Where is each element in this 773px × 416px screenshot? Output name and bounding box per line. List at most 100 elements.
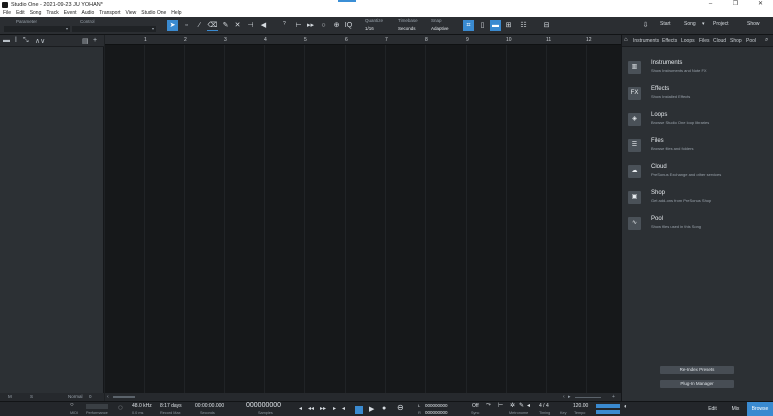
fast-forward-icon[interactable]: ▸▸ [320,405,326,412]
tab-effects[interactable]: Effects [662,38,677,44]
arrange-view[interactable]: 1 2 3 4 5 6 7 8 9 10 11 12 ‹ ‹ ▸ + [105,35,621,401]
loop-start-icon[interactable]: ◂ [342,405,345,412]
track-list-icon[interactable]: ▬ [3,37,10,44]
browser-item-instruments[interactable]: ▥ Instruments Show Instruments and Note … [628,59,768,81]
browser-item-pool[interactable]: ∿ Pool Show files used in this Song [628,215,768,237]
rewind-icon[interactable]: ◂◂ [308,405,314,412]
browser-item-loops[interactable]: ◈ Loops Browse Studio One loop libraries [628,111,768,133]
search-icon[interactable]: ⌕ [765,37,768,44]
loop-follow-icon[interactable]: ▸▸ [305,20,316,31]
save-icon[interactable]: ⊟ [541,20,552,31]
eraser-tool-icon[interactable]: ⌫ [207,20,218,31]
seconds-value[interactable]: 00:00:00.000 [195,403,224,409]
mute-tool-icon[interactable]: ✕ [232,20,243,31]
iq-button[interactable]: IQ [343,20,354,31]
show-button[interactable]: Show [747,21,760,27]
edit-button[interactable]: Edit [701,402,724,416]
browser-home-icon[interactable]: ⌂ [624,37,628,43]
browser-item-effects[interactable]: FX Effects Show Installed Effects [628,85,768,107]
reindex-presets-button[interactable]: Re-Index Presets [660,366,734,374]
song-dropdown-icon[interactable]: ▾ [702,21,705,27]
return-zero-icon[interactable]: ◂ [299,405,302,412]
quantize-value[interactable]: 1/16 [365,26,374,31]
metronome-settings-icon[interactable]: ✎ [519,402,524,409]
timebase-value[interactable]: Seconds [398,26,416,31]
loop-left-value[interactable]: 000000000 [425,403,448,408]
layout-icon[interactable]: ☷ [518,20,529,31]
lane-view-icon[interactable]: ▬ [490,20,501,31]
paint-tool-icon[interactable]: ✎ [220,20,231,31]
close-button[interactable]: ✕ [748,0,773,9]
zoom-in-icon[interactable]: + [612,394,615,400]
automation-icon[interactable]: ⤡ [23,37,29,45]
control-field[interactable]: ▾ [72,26,156,32]
browse-button[interactable]: Browse [747,402,773,416]
tab-cloud[interactable]: Cloud [713,38,726,44]
metronome-volume-icon[interactable]: ◂ [527,402,530,409]
tab-instruments[interactable]: Instruments [633,38,659,44]
loop-icon[interactable]: ⊖ [397,403,404,412]
split-tool-icon[interactable]: ∕ [194,20,205,31]
record-icon[interactable]: ● [382,405,386,412]
loop-right-value[interactable]: 000000000 [425,410,448,415]
zoom-fit-icon[interactable]: ▸ [568,394,571,400]
tab-files[interactable]: Files [699,38,710,44]
timeline-ruler[interactable]: 1 2 3 4 5 6 7 8 9 10 11 12 [105,35,621,45]
maximize-button[interactable]: ❐ [723,0,748,9]
samples-value[interactable]: 000000000 [246,402,281,409]
track-menu-icon[interactable]: ▤ [82,37,89,45]
tab-shop[interactable]: Shop [730,38,742,44]
bend-tool-icon[interactable]: ⊣ [245,20,256,31]
listen-tool-icon[interactable]: ◀ [258,20,269,31]
menu-edit[interactable]: Edit [16,9,25,17]
zoom-icon[interactable]: ○ [318,20,329,31]
menu-view[interactable]: View [126,9,137,17]
snap-grid-icon[interactable]: ⊕ [331,20,342,31]
plugin-manager-button[interactable]: Plug-In Manager [660,380,734,388]
snap-toggle-icon[interactable]: ⌗ [463,20,474,31]
range-tool-icon[interactable]: ▫ [181,20,192,31]
tab-pool[interactable]: Pool [746,38,756,44]
add-track-icon[interactable]: + [93,37,97,44]
track-mode[interactable]: Normal [68,394,83,399]
autoscroll-icon[interactable]: ⊢ [293,20,304,31]
start-icon[interactable]: ⇩ [640,20,651,31]
menu-studio-one[interactable]: Studio One [141,9,166,17]
horizontal-scrollbar[interactable] [113,396,135,398]
inspector-icon[interactable]: ǀ [15,37,17,44]
mute-all-button[interactable]: M [8,394,12,399]
help-button[interactable]: ? [283,21,286,27]
mix-button[interactable]: Mix [724,402,747,416]
menu-help[interactable]: Help [171,9,181,17]
project-button[interactable]: Project [713,21,729,27]
scroll-left-icon[interactable]: ‹ [107,394,109,400]
menu-file[interactable]: File [3,9,11,17]
timing-value[interactable]: 4 / 4 [539,403,549,409]
precount-icon[interactable]: ⊢ [498,402,503,409]
start-button[interactable]: Start [660,21,671,27]
menu-song[interactable]: Song [30,9,42,17]
minimize-button[interactable]: – [698,0,723,9]
menu-track[interactable]: Track [46,9,58,17]
stop-button[interactable] [355,406,363,414]
metronome-toggle-icon[interactable]: ✲ [510,402,515,409]
expand-icon[interactable]: ⊞ [503,20,514,31]
zoom-out-icon[interactable]: ‹ [563,394,565,400]
arrow-tool-icon[interactable]: ➤ [167,20,178,31]
tempo-value[interactable]: 120.00 [573,403,588,409]
punch-icon[interactable]: ⤳ [486,402,491,409]
parameter-field[interactable]: ▾ [4,26,70,32]
sync-value[interactable]: Off [472,403,479,409]
envelope-icon[interactable]: ∧∨ [35,37,45,45]
play-icon[interactable]: ▶ [369,405,374,413]
menu-transport[interactable]: Transport [99,9,120,17]
browser-item-cloud[interactable]: ☁ Cloud PreSonus Exchange and other serv… [628,163,768,185]
song-button[interactable]: Song [684,21,696,27]
menu-audio[interactable]: Audio [82,9,95,17]
zoom-slider[interactable] [575,397,601,398]
skip-end-icon[interactable]: ▸ [333,405,336,412]
solo-all-button[interactable]: S [30,394,33,399]
tab-loops[interactable]: Loops [681,38,695,44]
snap-value[interactable]: Adaptive [431,26,449,31]
monitor-toggle-icon[interactable]: ◐ [624,404,628,410]
